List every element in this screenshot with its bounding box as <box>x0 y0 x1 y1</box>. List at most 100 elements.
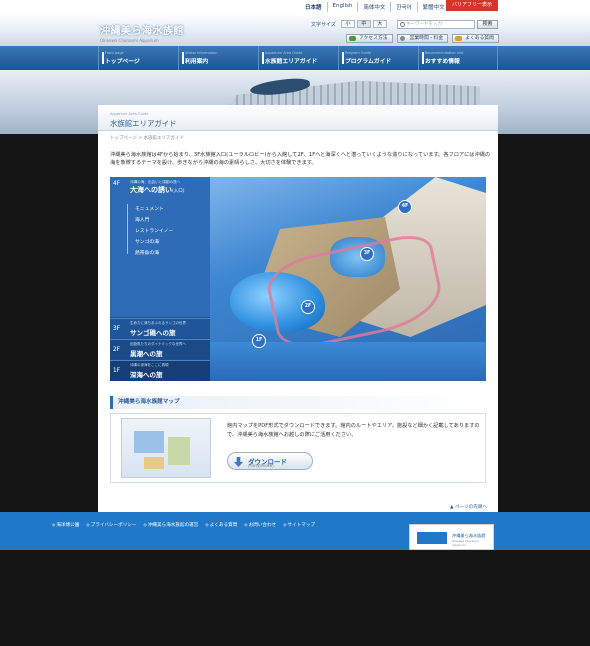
font-size-medium-button[interactable]: 中 <box>356 20 371 28</box>
access-link[interactable]: アクセス方法 <box>346 34 393 43</box>
thumb-area <box>134 431 164 453</box>
floor-title-note: (入口) <box>172 189 185 194</box>
nav-item-label: トップページ <box>105 59 140 65</box>
global-nav: Front page トップページ Visitor Information 利用… <box>0 46 590 70</box>
floor-tag: 1F <box>112 367 121 374</box>
main-content: Aquarium Area Guide 水族館エリアガイド トップページ > 水… <box>98 105 498 512</box>
download-description: 館内マップをPDF形式でダウンロードできます。館内のルートやエリア、施設など細か… <box>227 423 480 438</box>
footer-link-sitemap[interactable]: サイトマップ <box>283 522 316 528</box>
nav-item-en: Aquarium Area Guide <box>265 51 303 55</box>
footer-link-operation[interactable]: 沖縄美ら海水族館の運営 <box>144 522 199 528</box>
download-file-info: (PDF/約500KB) <box>248 464 274 468</box>
floor-item[interactable]: モニュメント <box>135 204 173 215</box>
search-input[interactable]: キーワードを入力 <box>397 20 475 29</box>
font-size-control: 文字サイズ 小 中 大 <box>311 20 387 28</box>
map-download-box: 館内マップをPDF形式でダウンロードできます。館内のルートやエリア、施設など細か… <box>110 413 486 483</box>
nav-item-visitor-info[interactable]: Visitor Information 利用案内 <box>178 46 258 70</box>
footer-logo[interactable]: 沖縄美ら海水族館 Okinawa Churaumi Aquarium <box>409 524 494 550</box>
floor-item[interactable]: 海人門 <box>135 215 173 226</box>
nav-item-en: Program Guide <box>345 51 372 55</box>
nav-item-top[interactable]: Front page トップページ <box>98 46 178 70</box>
page-title-en: Aquarium Area Guide <box>110 112 149 116</box>
page-header: Aquarium Area Guide 水族館エリアガイド <box>98 105 498 131</box>
clock-icon <box>399 36 405 41</box>
footer-logo-en: Okinawa Churaumi Aquarium <box>452 539 479 547</box>
lang-chinese-traditional[interactable]: 繁體中文 <box>416 2 450 12</box>
floor-3-pin[interactable]: 3F <box>360 247 374 261</box>
logo-text-en: Okinawa Churaumi Aquarium <box>100 38 159 43</box>
nav-item-recommendation[interactable]: Recommendation info おすすめ情報 <box>418 46 498 70</box>
floor-item[interactable]: 熱帯魚の海 <box>135 248 173 259</box>
access-link-label: アクセス方法 <box>359 36 388 41</box>
floor-title: 黒潮への旅 <box>130 350 163 358</box>
page-bottom <box>0 550 590 646</box>
floor-1-pin[interactable]: 1F <box>252 334 266 348</box>
font-size-large-button[interactable]: 大 <box>372 20 387 28</box>
question-icon <box>455 36 463 41</box>
map-thumbnail[interactable] <box>121 418 211 478</box>
nav-item-en: Front page <box>105 51 124 55</box>
font-size-small-button[interactable]: 小 <box>340 20 355 28</box>
faq-link[interactable]: よくある質問 <box>452 34 499 43</box>
hours-fees-link[interactable]: 営業時間・料金 <box>396 34 449 43</box>
nav-marker <box>102 52 104 64</box>
lang-korean[interactable]: 한국어 <box>390 2 416 12</box>
floor-subtitle: 回遊魚たちのダイナミックな世界へ <box>130 342 186 346</box>
footer-link-contact[interactable]: お問い合わせ <box>244 522 277 528</box>
download-button[interactable]: ダウンロード (PDF/約500KB) <box>227 452 313 470</box>
font-size-label: 文字サイズ <box>311 21 336 28</box>
barrier-free-button[interactable]: バリアフリー表示 <box>446 0 498 11</box>
floor-3-row[interactable]: 3F 生命力に満ちあふれるサンゴの世界 サンゴ礁への旅 <box>110 318 210 338</box>
language-switcher: 日本語 English 简体中文 한국어 繁體中文 <box>300 2 450 12</box>
floor-tag: 4F <box>112 180 121 187</box>
area-guide-map: 4F 沖縄の海、出会いと感動の旅へ 大海への誘い(入口) モニュメント 海人門 … <box>110 177 486 381</box>
nav-item-label: 水族館エリアガイド <box>265 59 318 65</box>
nav-item-program-guide[interactable]: Program Guide プログラムガイド <box>338 46 418 70</box>
nav-item-label: 利用案内 <box>185 59 209 65</box>
search-button[interactable]: 検索 <box>477 20 498 29</box>
aquarium-cutaway-illustration: 4F 3F 2F 1F <box>210 177 486 381</box>
floor-4-panel[interactable]: 4F 沖縄の海、出会いと感動の旅へ 大海への誘い(入口) モニュメント 海人門 … <box>110 177 210 317</box>
footer-link-park[interactable]: 海洋博公園 <box>52 522 79 528</box>
site-logo[interactable]: 沖縄美ら海水族館 Okinawa Churaumi Aquarium <box>100 22 184 43</box>
lang-japanese[interactable]: 日本語 <box>300 2 327 12</box>
site-footer: 海洋博公園 プライバシーポリシー 沖縄美ら海水族館の運営 よくある質問 お問い合… <box>0 512 590 550</box>
floor-title: サンゴ礁への旅 <box>130 329 176 337</box>
chevron-up-icon: ▲ <box>450 505 454 510</box>
footer-link-privacy[interactable]: プライバシーポリシー <box>86 522 137 528</box>
nav-item-en: Recommendation info <box>425 51 464 55</box>
nav-item-label: プログラムガイド <box>345 59 392 65</box>
breadcrumb[interactable]: トップページ > 水族館エリアガイド <box>110 135 184 141</box>
footer-link-faq[interactable]: よくある質問 <box>205 522 238 528</box>
nav-item-label: おすすめ情報 <box>425 59 460 65</box>
floor-item[interactable]: サンゴの海 <box>135 237 173 248</box>
logo-text-jp: 沖縄美ら海水族館 <box>100 26 184 37</box>
intro-text: 沖縄美ら海水族館は4Fから始まり、3F水族館入口(ユーラルロビー)から入館して2… <box>110 152 491 166</box>
floor-1-row[interactable]: 1F 沖縄の深海をここに再現 深海への旅 <box>110 360 210 381</box>
floor-4-pin[interactable]: 4F <box>398 200 412 214</box>
lang-english[interactable]: English <box>326 2 358 12</box>
floor-tag: 2F <box>112 346 121 353</box>
thumb-area <box>144 457 164 469</box>
page-top-label: ページの先頭へ <box>455 505 488 510</box>
nav-marker <box>262 52 264 64</box>
nav-marker <box>182 52 184 64</box>
floor-2-pin[interactable]: 2F <box>301 300 315 314</box>
ocean-foreground <box>210 342 486 381</box>
quick-links: アクセス方法 営業時間・料金 よくある質問 <box>346 34 499 43</box>
faq-link-label: よくある質問 <box>465 36 494 41</box>
lang-chinese-simplified[interactable]: 简体中文 <box>357 2 390 12</box>
search-icon <box>400 22 405 27</box>
map-download-heading: 沖縄美ら海水族館マップ <box>110 396 486 409</box>
floor-4-items: モニュメント 海人門 レストランイノー サンゴの海 熱帯魚の海 <box>135 204 173 259</box>
hours-fees-link-label: 営業時間・料金 <box>409 36 444 41</box>
nav-marker <box>342 52 344 64</box>
page-top-link[interactable]: ▲ ページの先頭へ <box>450 504 487 510</box>
floor-item[interactable]: レストランイノー <box>135 226 173 237</box>
floor-title-text: 大海への誘い <box>130 186 172 194</box>
floor-2-row[interactable]: 2F 回遊魚たちのダイナミックな世界へ 黒潮への旅 <box>110 339 210 359</box>
nav-item-area-guide[interactable]: Aquarium Area Guide 水族館エリアガイド <box>258 46 338 70</box>
floor-title: 大海への誘い(入口) <box>130 185 185 195</box>
footer-links: 海洋博公園 プライバシーポリシー 沖縄美ら海水族館の運営 よくある質問 お問い合… <box>52 522 315 528</box>
floor-subtitle: 沖縄の深海をここに再現 <box>130 363 169 367</box>
